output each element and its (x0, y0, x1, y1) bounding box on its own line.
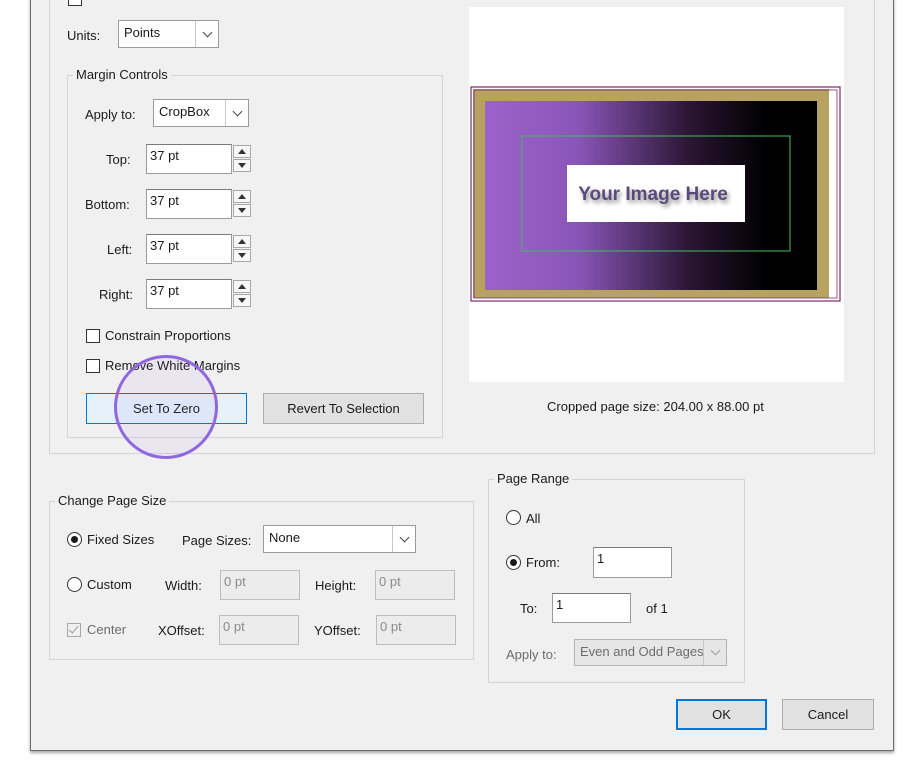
crop-preview: Your Image Here (469, 7, 844, 382)
page-sizes-select[interactable]: None (263, 525, 416, 553)
to-label: To: (520, 601, 538, 616)
ok-button[interactable]: OK (676, 699, 767, 730)
checkmark-icon (68, 623, 79, 634)
bottom-margin-increment[interactable] (233, 190, 251, 203)
page-count-text: of 1 (646, 601, 668, 616)
revert-to-selection-button[interactable]: Revert To Selection (263, 393, 424, 424)
center-label: Center (87, 622, 127, 637)
xoffset-input[interactable]: 0 pt (219, 615, 299, 645)
remove-white-margins-checkbox[interactable] (86, 359, 100, 373)
set-to-zero-button[interactable]: Set To Zero (86, 393, 247, 424)
all-pages-radio[interactable] (506, 510, 521, 525)
from-label: From: (526, 555, 560, 570)
top-margin-spinner (233, 145, 251, 173)
arrow-down-icon (238, 163, 246, 168)
right-margin-increment[interactable] (233, 280, 251, 293)
radio-selected-dot (71, 536, 78, 543)
apply-to-label: Apply to: (85, 107, 136, 122)
units-select[interactable]: Points (118, 20, 219, 48)
remove-white-margins-label: Remove White Margins (105, 358, 241, 373)
arrow-down-icon (238, 253, 246, 258)
left-margin-decrement[interactable] (233, 249, 251, 262)
from-radio[interactable] (506, 555, 521, 570)
units-label: Units: (67, 28, 101, 43)
right-margin-label: Right: (99, 287, 133, 302)
height-input[interactable]: 0 pt (375, 570, 455, 600)
chevron-down-icon (195, 21, 218, 47)
margin-controls-title: Margin Controls (73, 67, 171, 82)
all-pages-label: All (526, 511, 541, 526)
right-margin-decrement[interactable] (233, 294, 251, 307)
chevron-down-icon (392, 526, 415, 552)
page-range-apply-to-label: Apply to: (506, 647, 557, 662)
top-margin-increment[interactable] (233, 145, 251, 158)
constrain-proportions-checkbox[interactable] (86, 329, 100, 343)
cancel-button[interactable]: Cancel (782, 699, 874, 730)
page-range-apply-to-value: Even and Odd Pages (580, 644, 704, 659)
center-checkbox[interactable] (67, 623, 81, 637)
chevron-down-icon (225, 100, 248, 126)
change-page-size-title: Change Page Size (55, 493, 170, 508)
left-margin-label: Left: (107, 242, 133, 257)
page-range-title: Page Range (494, 471, 573, 486)
radio-selected-dot (510, 559, 517, 566)
width-label: Width: (165, 578, 202, 593)
arrow-up-icon (238, 284, 246, 289)
crop-preview-graphic: Your Image Here (470, 86, 841, 302)
constrain-proportions-label: Constrain Proportions (105, 328, 231, 343)
top-margin-decrement[interactable] (233, 159, 251, 172)
apply-to-select[interactable]: CropBox (153, 99, 249, 127)
custom-radio[interactable] (67, 577, 82, 592)
custom-label: Custom (87, 577, 132, 592)
cropped-page-size-text: Cropped page size: 204.00 x 88.00 pt (547, 399, 764, 414)
image-placeholder-text: Your Image Here (578, 184, 728, 205)
fixed-sizes-radio[interactable] (67, 532, 82, 547)
bottom-margin-spinner (233, 190, 251, 218)
bottom-margin-decrement[interactable] (233, 204, 251, 217)
top-margin-input[interactable]: 37 pt (146, 144, 232, 174)
units-select-value: Points (124, 25, 161, 40)
apply-to-select-value: CropBox (159, 104, 210, 119)
page-sizes-label: Page Sizes: (182, 533, 252, 548)
left-margin-increment[interactable] (233, 235, 251, 248)
arrow-down-icon (238, 208, 246, 213)
height-label: Height: (315, 578, 357, 593)
bottom-margin-input[interactable]: 37 pt (146, 189, 232, 219)
bottom-margin-label: Bottom: (85, 197, 130, 212)
left-margin-input[interactable]: 37 pt (146, 234, 232, 264)
arrow-up-icon (238, 149, 246, 154)
page-sizes-select-value: None (269, 530, 301, 545)
yoffset-input[interactable]: 0 pt (376, 615, 456, 645)
top-margin-label: Top: (106, 152, 131, 167)
to-page-input[interactable]: 1 (552, 593, 631, 623)
arrow-up-icon (238, 239, 246, 244)
arrow-up-icon (238, 194, 246, 199)
width-input[interactable]: 0 pt (220, 570, 300, 600)
right-margin-input[interactable]: 37 pt (146, 279, 232, 309)
from-page-input[interactable]: 1 (593, 547, 672, 578)
yoffset-label: YOffset: (314, 623, 361, 638)
left-margin-spinner (233, 235, 251, 263)
xoffset-label: XOffset: (158, 623, 205, 638)
right-margin-spinner (233, 280, 251, 308)
page-range-apply-to-select[interactable]: Even and Odd Pages (574, 639, 727, 666)
chevron-down-icon (703, 640, 726, 665)
arrow-down-icon (238, 298, 246, 303)
fixed-sizes-label: Fixed Sizes (87, 532, 155, 547)
